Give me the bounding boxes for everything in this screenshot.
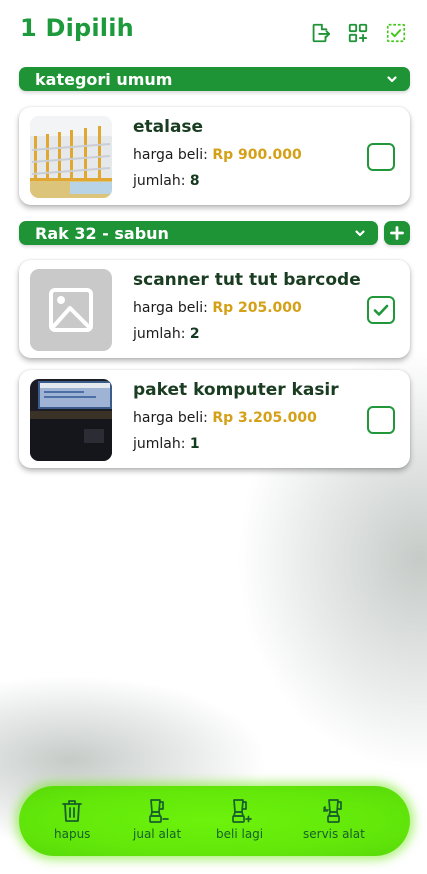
qty-label: jumlah: [133,173,186,189]
service-tool-label: servis alat [303,827,365,841]
check-icon [373,304,389,316]
bottom-action-bar: hapus jual alat beli lagi servis alat [19,786,410,856]
export-icon[interactable] [309,22,331,44]
category-label: kategori umum [35,69,173,89]
item-qty: 1 [189,436,200,452]
price-label: harga beli: [133,410,208,426]
plus-icon [390,226,404,240]
service-tool-button[interactable]: servis alat [303,798,365,841]
item-qty: 2 [189,326,200,342]
sell-tool-label: jual alat [133,827,182,841]
trash-icon [62,800,83,822]
item-card[interactable]: scanner tut tut barcode harga beli: Rp 2… [19,260,410,358]
item-checkbox[interactable] [367,406,395,434]
delete-label: hapus [54,827,91,841]
qty-label: jumlah: [133,436,186,452]
page-title: 1 Dipilih [20,14,134,42]
price-label: harga beli: [133,147,208,163]
blender-wrench-icon [323,799,342,823]
item-price: Rp 3.205.000 [212,410,317,426]
image-placeholder [30,269,112,351]
category-label: Rak 32 - sabun [35,223,169,243]
item-qty: 8 [189,173,200,189]
buy-again-label: beli lagi [216,827,264,841]
item-checkbox[interactable] [367,143,395,171]
blender-plus-icon [231,799,252,823]
add-item-button[interactable] [384,221,410,245]
category-dropdown-umum[interactable]: kategori umum [19,67,410,91]
category-dropdown-rak32[interactable]: Rak 32 - sabun [19,221,378,245]
select-all-icon[interactable] [385,22,407,44]
sell-tool-button[interactable]: jual alat [133,798,181,841]
item-price: Rp 205.000 [212,300,302,316]
item-price: Rp 900.000 [212,147,302,163]
product-image-etalase [30,116,112,198]
item-card[interactable]: paket komputer kasir harga beli: Rp 3.20… [19,370,410,468]
blender-minus-icon [149,799,169,823]
chevron-down-icon [387,76,397,83]
item-card[interactable]: etalase harga beli: Rp 900.000 jumlah: 8 [19,107,410,205]
item-name: paket komputer kasir [133,380,339,400]
price-label: harga beli: [133,300,208,316]
product-image-komputer [30,379,112,461]
item-checkbox-checked[interactable] [367,296,395,324]
qty-label: jumlah: [133,326,186,342]
chevron-down-icon [355,230,365,237]
add-grid-icon[interactable] [347,22,369,44]
item-name: etalase [133,117,204,137]
buy-again-button[interactable]: beli lagi [216,798,263,841]
delete-button[interactable]: hapus [54,798,90,841]
item-name: scanner tut tut barcode [133,270,361,290]
